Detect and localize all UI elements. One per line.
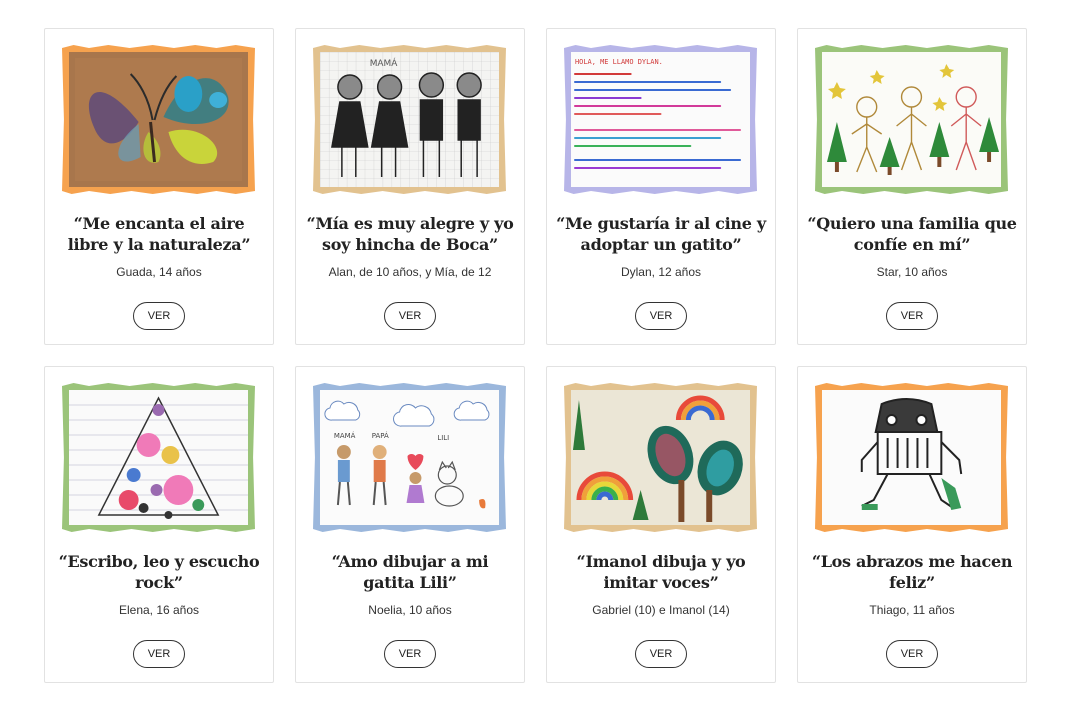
testimonial-author: Gabriel (10) e Imanol (14) bbox=[592, 603, 730, 617]
testimonial-card: “Me encanta el aire libre y la naturalez… bbox=[44, 28, 274, 345]
drawing-image bbox=[69, 52, 248, 187]
testimonial-quote: “Quiero una familia que confíe en mí” bbox=[807, 214, 1017, 254]
ver-button[interactable]: VER bbox=[133, 640, 185, 668]
testimonial-card: “Quiero una familia que confíe en mí” St… bbox=[797, 28, 1027, 345]
drawing-frame: MAMÁ bbox=[313, 45, 506, 194]
testimonial-card: “Imanol dibuja y yo imitar voces” Gabrie… bbox=[546, 366, 776, 683]
testimonial-author: Elena, 16 años bbox=[118, 603, 200, 617]
drawing-caption: MAMÁ bbox=[370, 57, 399, 69]
testimonial-quote: “Los abrazos me hacen feliz” bbox=[811, 552, 1013, 592]
testimonial-card: HOLA, ME LLAMO DYLAN. “Me gustaría ir al… bbox=[546, 28, 776, 345]
testimonial-card: “Escribo, leo y escucho rock” Elena, 16 … bbox=[44, 366, 274, 683]
ver-button[interactable]: VER bbox=[384, 302, 436, 330]
drawing-frame bbox=[815, 383, 1008, 532]
testimonial-quote: “Mía es muy alegre y yo soy hincha de Bo… bbox=[306, 214, 514, 254]
testimonial-card: MAMÁ PAPÁ LILI “Amo dibujar a mi gatita … bbox=[295, 366, 525, 683]
drawing-image bbox=[571, 390, 750, 525]
drawing-frame bbox=[62, 383, 255, 532]
ver-button[interactable]: VER bbox=[635, 640, 687, 668]
testimonial-author: Dylan, 12 años bbox=[620, 265, 702, 279]
testimonial-author: Alan, de 10 años, y Mía, de 12 bbox=[328, 265, 492, 279]
ver-button[interactable]: VER bbox=[133, 302, 185, 330]
testimonial-card: “Los abrazos me hacen feliz” Thiago, 11 … bbox=[797, 366, 1027, 683]
drawing-frame bbox=[62, 45, 255, 194]
drawing-frame: HOLA, ME LLAMO DYLAN. bbox=[564, 45, 757, 194]
drawing-label: MAMÁ bbox=[334, 431, 356, 440]
ver-button[interactable]: VER bbox=[635, 302, 687, 330]
testimonial-quote: “Escribo, leo y escucho rock” bbox=[58, 552, 260, 592]
testimonial-quote: “Imanol dibuja y yo imitar voces” bbox=[576, 552, 746, 592]
testimonial-author: Thiago, 11 años bbox=[869, 603, 955, 617]
drawing-image bbox=[822, 390, 1001, 525]
testimonial-author: Guada, 14 años bbox=[116, 265, 202, 279]
drawing-image bbox=[822, 52, 1001, 187]
testimonial-author: Star, 10 años bbox=[876, 265, 948, 279]
testimonial-card: MAMÁ “Mía es muy alegre y yo soy hincha … bbox=[295, 28, 525, 345]
testimonial-grid: “Me encanta el aire libre y la naturalez… bbox=[44, 28, 1027, 683]
ver-button[interactable]: VER bbox=[886, 640, 938, 668]
ver-button[interactable]: VER bbox=[886, 302, 938, 330]
testimonial-quote: “Me gustaría ir al cine y adoptar un gat… bbox=[556, 214, 766, 254]
drawing-frame: MAMÁ PAPÁ LILI bbox=[313, 383, 506, 532]
drawing-image bbox=[69, 390, 248, 525]
drawing-frame bbox=[564, 383, 757, 532]
drawing-caption: HOLA, ME LLAMO DYLAN. bbox=[575, 58, 663, 66]
drawing-label: LILI bbox=[437, 434, 449, 442]
testimonial-quote: “Me encanta el aire libre y la naturalez… bbox=[67, 214, 251, 254]
drawing-image: MAMÁ bbox=[320, 52, 499, 187]
testimonial-quote: “Amo dibujar a mi gatita Lili” bbox=[331, 552, 489, 592]
drawing-label: PAPÁ bbox=[372, 431, 389, 440]
drawing-image: HOLA, ME LLAMO DYLAN. bbox=[571, 52, 750, 187]
ver-button[interactable]: VER bbox=[384, 640, 436, 668]
drawing-frame bbox=[815, 45, 1008, 194]
testimonial-author: Noelia, 10 años bbox=[368, 603, 452, 617]
drawing-image: MAMÁ PAPÁ LILI bbox=[320, 390, 499, 525]
